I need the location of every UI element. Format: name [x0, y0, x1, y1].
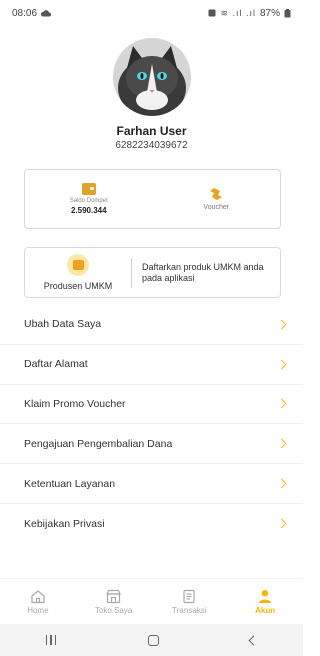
- status-left: 08:06: [12, 7, 52, 19]
- chevron-right-icon: [276, 399, 287, 409]
- wallet-icon: [81, 183, 96, 195]
- store-badge-icon: [67, 254, 89, 276]
- status-right: ≋ .ıl .ıl 87%: [208, 8, 291, 19]
- menu-item-label: Ketentuan Layanan: [24, 477, 116, 490]
- bottom-nav: Home Toko Saya Transaksi Akun: [0, 578, 303, 624]
- cloud-icon: [41, 9, 52, 16]
- user-name: Farhan User: [116, 124, 187, 138]
- system-nav-bar: [0, 624, 303, 656]
- profile-section: Farhan User 6282234039672: [0, 38, 303, 151]
- home-button-icon[interactable]: [147, 634, 159, 646]
- menu-item-label: Pengajuan Pengembalian Dana: [24, 437, 173, 450]
- recent-apps-icon[interactable]: [45, 635, 57, 645]
- back-icon[interactable]: [248, 635, 259, 645]
- voucher-label: Voucher: [203, 204, 230, 211]
- status-bar: 08:06 ≋ .ıl .ıl 87%: [0, 0, 303, 26]
- avatar[interactable]: [112, 38, 191, 116]
- nav-home-label: Home: [27, 605, 49, 615]
- box-icon: [72, 260, 84, 270]
- cat-avatar-image: [112, 38, 191, 116]
- nav-transaksi[interactable]: Transaksi: [152, 579, 228, 624]
- store-icon: [106, 589, 122, 603]
- alarm-icon: [208, 9, 216, 17]
- menu-item-label: Klaim Promo Voucher: [24, 397, 126, 410]
- menu-item-pengembalian-dana[interactable]: Pengajuan Pengembalian Dana: [0, 424, 303, 465]
- voucher-icon: [210, 188, 223, 200]
- nav-home[interactable]: Home: [0, 579, 76, 624]
- menu-item-daftar-alamat[interactable]: Daftar Alamat: [0, 345, 303, 385]
- menu-item-ketentuan-layanan[interactable]: Ketentuan Layanan: [0, 464, 303, 504]
- chevron-right-icon: [276, 359, 287, 370]
- wallet-value: 2.590.344: [70, 206, 107, 215]
- menu-item-ubah-data[interactable]: Ubah Data Saya: [0, 305, 303, 345]
- battery-icon: [284, 8, 291, 17]
- account-menu: Ubah Data Saya Daftar Alamat Klaim Promo…: [0, 305, 303, 544]
- voucher-button[interactable]: Voucher: [153, 170, 281, 228]
- chevron-right-icon: [276, 518, 287, 529]
- umkm-label: Produsen UMKM: [43, 281, 113, 291]
- nav-toko-saya[interactable]: Toko Saya: [76, 579, 152, 624]
- signal-icon: ≋ .ıl .ıl: [220, 7, 256, 18]
- nav-toko-saya-label: Toko Saya: [94, 605, 133, 615]
- home-icon: [31, 589, 45, 603]
- umkm-card[interactable]: Produsen UMKM Daftarkan produk UMKM anda…: [24, 247, 281, 298]
- user-phone: 6282234039672: [115, 140, 188, 151]
- receipt-icon: [183, 589, 195, 603]
- menu-item-label: Kebijakan Privasi: [24, 517, 105, 530]
- chevron-right-icon: [276, 438, 287, 449]
- battery-level: 87%: [259, 7, 280, 19]
- umkm-producer: Produsen UMKM: [25, 254, 131, 291]
- wallet-balance[interactable]: Saldo Dompet 2.590.344: [25, 170, 153, 228]
- umkm-description: Daftarkan produk UMKM anda pada aplikasi: [142, 261, 264, 283]
- user-icon: [259, 589, 272, 603]
- menu-item-kebijakan-privasi[interactable]: Kebijakan Privasi: [0, 504, 303, 544]
- menu-item-label: Daftar Alamat: [24, 358, 88, 371]
- status-time: 08:06: [12, 7, 38, 19]
- chevron-right-icon: [276, 478, 287, 489]
- menu-item-klaim-promo[interactable]: Klaim Promo Voucher: [0, 385, 303, 425]
- menu-item-label: Ubah Data Saya: [24, 318, 102, 331]
- nav-akun[interactable]: Akun: [227, 579, 303, 624]
- nav-akun-label: Akun: [255, 605, 276, 615]
- wallet-card: Saldo Dompet 2.590.344 Voucher: [24, 169, 281, 229]
- chevron-right-icon: [276, 319, 287, 330]
- nav-transaksi-label: Transaksi: [172, 605, 207, 615]
- wallet-label: Saldo Dompet: [69, 198, 108, 204]
